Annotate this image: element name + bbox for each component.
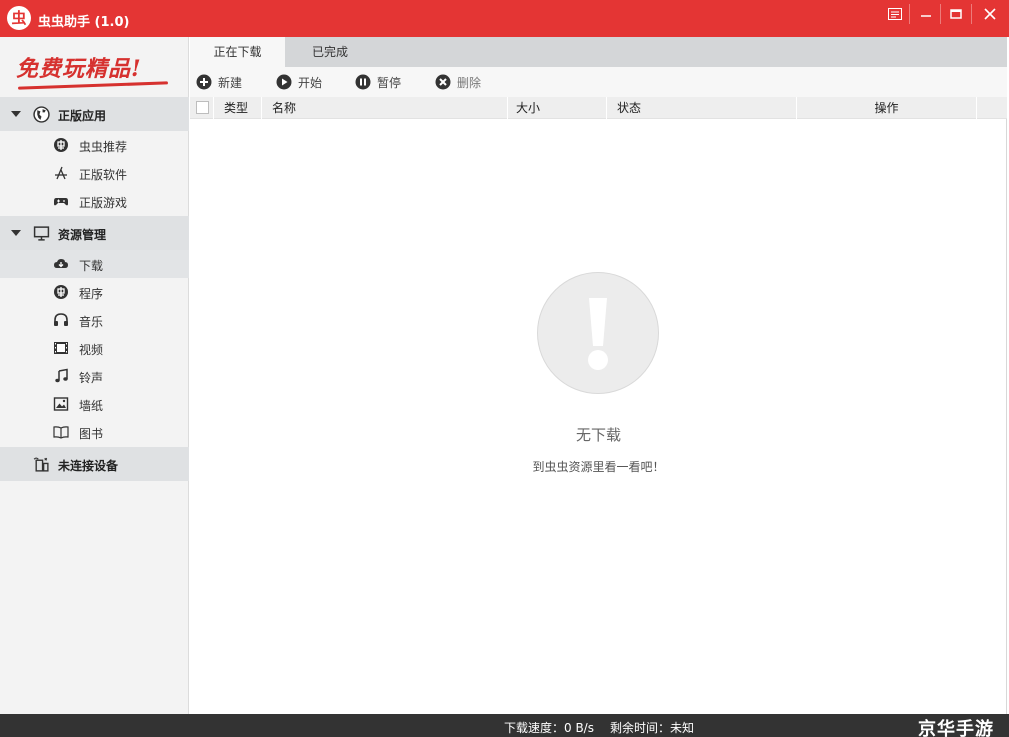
toolbar: 新建 开始 暂停 删除 (190, 67, 1007, 97)
close-icon (984, 8, 996, 20)
column-header-status[interactable]: 状态 (607, 97, 797, 119)
new-button[interactable]: 新建 (196, 73, 242, 91)
select-all-checkbox[interactable] (196, 101, 209, 114)
menu-button[interactable] (879, 0, 911, 28)
tab-completed[interactable]: 已完成 (285, 37, 375, 67)
start-button[interactable]: 开始 (276, 73, 322, 91)
start-button-label: 开始 (298, 75, 323, 90)
sidebar-item-recommend[interactable]: 虫虫推荐 (0, 131, 189, 159)
sidebar-item-genuine-games[interactable]: 正版游戏 (0, 187, 189, 215)
close-button[interactable] (972, 0, 1008, 28)
sidebar-item-music[interactable]: 音乐 (0, 306, 189, 334)
play-circle-icon (276, 74, 292, 90)
book-icon (53, 426, 69, 439)
picture-icon (53, 397, 69, 411)
delete-button-label: 删除 (457, 75, 482, 90)
sidebar-group-label: 未连接设备 (58, 459, 119, 473)
music-note-icon (55, 368, 68, 383)
sidebar-item-label: 图书 (79, 427, 104, 441)
plus-circle-icon (196, 74, 212, 90)
sidebar-item-books[interactable]: 图书 (0, 418, 189, 446)
device-icon (33, 457, 49, 472)
sidebar-item-label: 正版软件 (79, 168, 128, 182)
sidebar-item-label: 音乐 (79, 315, 104, 329)
column-header-actions[interactable]: 操作 (797, 97, 977, 119)
app-logo-icon: 虫 (7, 6, 31, 30)
select-all-cell (190, 97, 214, 119)
pause-button[interactable]: 暂停 (355, 73, 401, 91)
minimize-button[interactable] (910, 0, 942, 28)
bug-logo-icon (54, 285, 68, 299)
sidebar-item-programs[interactable]: 程序 (0, 278, 189, 306)
sidebar-item-download[interactable]: 下载 (0, 250, 189, 278)
maximize-button[interactable] (940, 0, 972, 28)
maximize-icon (950, 9, 962, 19)
new-button-label: 新建 (218, 75, 243, 90)
sidebar-item-label: 墙纸 (79, 399, 104, 413)
film-icon (54, 342, 68, 354)
sidebar-item-label: 下载 (79, 259, 104, 273)
sidebar-group-device[interactable]: 未连接设备 (0, 447, 189, 481)
tab-bar: 正在下载 已完成 (190, 37, 1007, 67)
column-header-name[interactable]: 名称 (262, 97, 508, 119)
sidebar-item-ringtones[interactable]: 铃声 (0, 362, 189, 390)
empty-state-subtitle: 到虫虫资源里看一看吧！ (532, 460, 665, 474)
sidebar-item-label: 铃声 (79, 371, 104, 385)
sidebar-item-label: 虫虫推荐 (79, 140, 128, 154)
pause-button-label: 暂停 (377, 75, 402, 90)
menu-icon (888, 8, 902, 20)
app-title: 虫虫助手 (1.0) (38, 15, 130, 30)
close-circle-icon (435, 74, 451, 90)
bug-logo-icon (54, 138, 68, 152)
sidebar-group-resource-management[interactable]: 资源管理 (0, 216, 189, 250)
cloud-download-icon (54, 259, 68, 268)
column-header-size[interactable]: 大小 (508, 97, 607, 119)
watermark: 京华手游 (918, 719, 994, 737)
table-header: 类型 名称 大小 状态 操作 (190, 97, 1007, 119)
sidebar-group-genuine-apps[interactable]: 正版应用 (0, 97, 189, 131)
column-header-type[interactable]: 类型 (214, 97, 262, 119)
download-speed: 下载速度：0 B/s (504, 721, 594, 735)
pause-circle-icon (355, 74, 371, 90)
download-list-area: 无下载 到虫虫资源里看一看吧！ (190, 119, 1007, 714)
sidebar: 免费玩精品! 正版应用 虫虫推荐 正版软件 正版游戏 资源管理 下载 程序 音乐 (0, 37, 189, 714)
collapse-triangle-icon (11, 230, 21, 236)
app-store-icon (55, 166, 67, 180)
exclamation-icon (588, 298, 608, 370)
slogan-banner: 免费玩精品! (16, 47, 172, 91)
tab-downloading[interactable]: 正在下载 (190, 37, 285, 67)
delete-button[interactable]: 删除 (435, 73, 481, 91)
monitor-icon (33, 226, 50, 241)
sidebar-group-label: 资源管理 (58, 228, 107, 242)
sidebar-group-label: 正版应用 (58, 109, 107, 123)
sidebar-item-video[interactable]: 视频 (0, 334, 189, 362)
title-bar: 虫 虫虫助手 (1.0) (0, 0, 1009, 37)
sidebar-item-label: 视频 (79, 343, 104, 357)
status-bar: 下载速度：0 B/s 剩余时间：未知 京华手游 (0, 714, 1009, 737)
globe-icon (33, 106, 50, 123)
column-header-filler (977, 97, 1007, 119)
sidebar-item-label: 正版游戏 (79, 196, 128, 210)
minimize-icon (921, 15, 931, 17)
collapse-triangle-icon (11, 111, 21, 117)
headphones-icon (54, 313, 68, 326)
gamepad-icon (54, 198, 68, 206)
empty-state-circle (537, 272, 659, 394)
sidebar-item-wallpapers[interactable]: 墙纸 (0, 390, 189, 418)
slogan-text: 免费玩精品! (16, 56, 142, 82)
remaining-time: 剩余时间：未知 (610, 721, 695, 735)
empty-state-title: 无下载 (575, 426, 621, 444)
sidebar-item-label: 程序 (79, 287, 104, 301)
sidebar-item-genuine-software[interactable]: 正版软件 (0, 159, 189, 187)
